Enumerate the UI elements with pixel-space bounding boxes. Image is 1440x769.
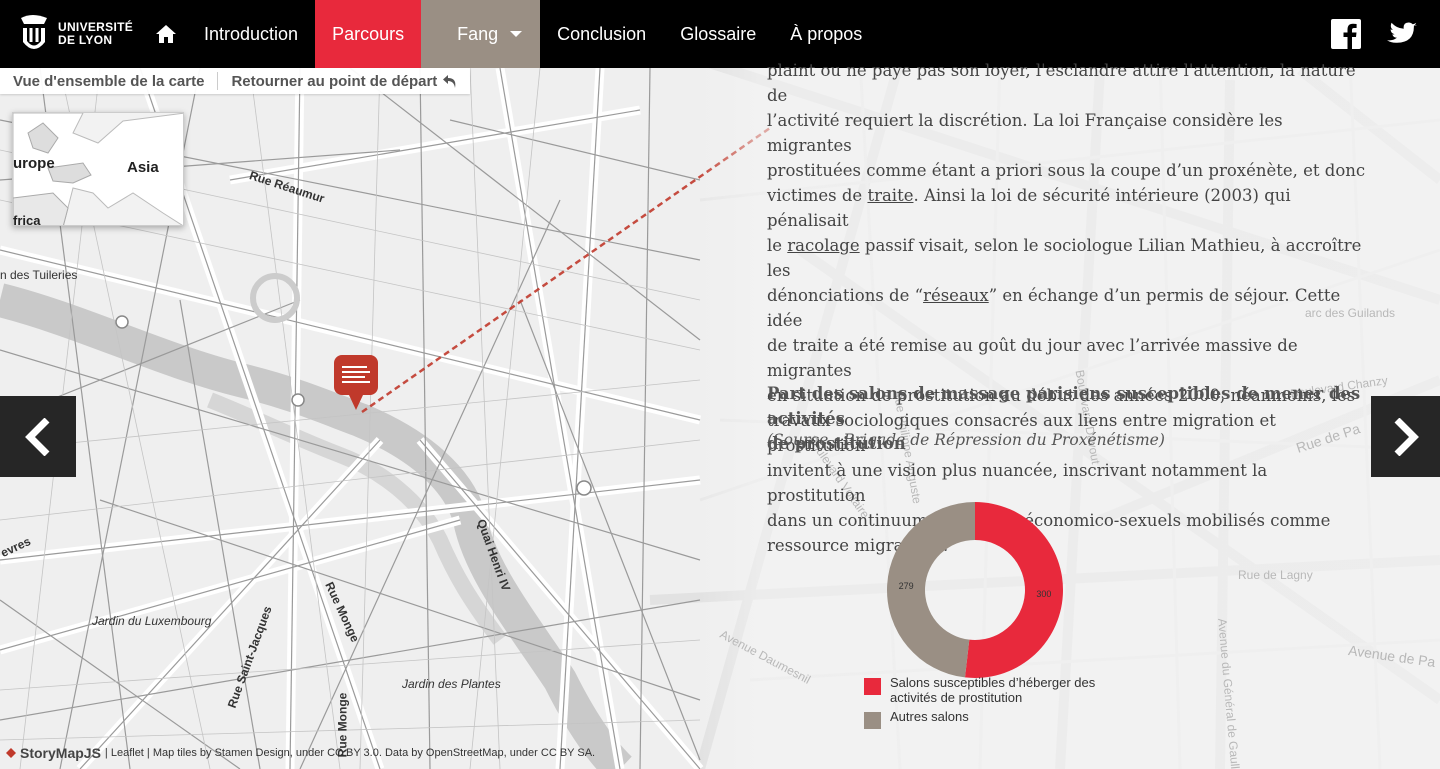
street-label: Rue de Lagny — [1238, 568, 1313, 582]
text-line: de traite a été remise au goût du jour a… — [767, 336, 1298, 380]
text-line: l’activité requiert la discrétion. La lo… — [767, 111, 1283, 155]
text-marker-icon — [334, 355, 378, 410]
street-label: n des Tuileries — [0, 268, 78, 282]
nav-glossaire[interactable]: Glossaire — [663, 0, 773, 68]
legend-label: Autres salons — [890, 709, 969, 724]
university-logo[interactable]: UNIVERSITÉ DE LYON — [0, 0, 145, 68]
nav-introduction[interactable]: Introduction — [187, 0, 315, 68]
map-overview-label: Vue d'ensemble de la carte — [13, 72, 205, 90]
minimap-label-asia: Asia — [127, 159, 159, 176]
link-racolage[interactable]: racolage — [787, 236, 859, 255]
text-line: le racolage passif visait, selon le soci… — [767, 236, 1362, 280]
chevron-left-icon — [25, 417, 50, 456]
donut-data-label-0: 300 — [1036, 589, 1051, 599]
map-overview-button[interactable]: Vue d'ensemble de la carte — [0, 73, 217, 90]
slide-text: plaint ou ne paye pas son loyer, l'escla… — [767, 58, 1367, 558]
map-marker[interactable] — [333, 354, 379, 412]
return-arrow-icon — [443, 74, 456, 88]
overview-minimap[interactable]: urope Asia frica — [12, 112, 184, 226]
nav-parcours[interactable]: Parcours — [315, 0, 422, 68]
back-to-start-button[interactable]: Retourner au point de départ — [218, 73, 470, 90]
map-attribution: StoryMapJS | Leaflet | Map tiles by Stam… — [6, 745, 595, 761]
link-reseaux[interactable]: réseaux — [923, 286, 989, 305]
text-line: dénonciations de “réseaux” en échange d’… — [767, 286, 1341, 330]
next-slide-button[interactable] — [1371, 396, 1440, 477]
attribution-text: | Leaflet | Map tiles by Stamen Design, … — [104, 747, 596, 759]
nav-fang-label: Fang — [457, 23, 499, 44]
facebook-icon — [1331, 19, 1361, 49]
lion-shield-icon — [21, 15, 47, 49]
chart-source: (Source : Brigade de Répression du Proxé… — [767, 431, 1165, 449]
twitter-button[interactable] — [1374, 0, 1430, 68]
legend-item: Autres salons — [864, 709, 1095, 729]
chart-title-line1: Part des salons de massage parisiens sus… — [767, 384, 1361, 428]
legend-label: Salons susceptibles d’héberger des — [890, 675, 1096, 690]
chevron-down-icon — [510, 31, 523, 37]
map-toolbar: Vue d'ensemble de la carte Retourner au … — [0, 68, 471, 94]
park-label: Jardin des Plantes — [402, 677, 501, 691]
home-button[interactable] — [145, 0, 187, 68]
text-line: prostituées comme étant a priori sous la… — [767, 161, 1366, 180]
twitter-icon — [1387, 22, 1417, 43]
storymapjs-link[interactable]: StoryMapJS — [20, 745, 101, 761]
home-icon — [156, 25, 176, 43]
legend-label: activités de prostitution — [890, 690, 1023, 705]
nav-fang-dropdown[interactable]: Fang — [421, 0, 541, 68]
minimap-label-africa: frica — [13, 213, 41, 226]
donut-data-label-1: 279 — [899, 581, 914, 591]
legend-swatch — [864, 712, 881, 729]
minimap-label-europe: urope — [13, 155, 55, 172]
chevron-right-icon — [1394, 417, 1419, 456]
legend-swatch — [864, 678, 881, 695]
logo-line2: DE LYON — [58, 33, 113, 47]
donut-chart: 300 279 — [886, 502, 1063, 678]
storymap-diamond-icon — [6, 748, 16, 758]
chart-legend: Salons susceptibles d’héberger des activ… — [864, 675, 1095, 733]
previous-slide-button[interactable] — [0, 396, 76, 477]
text-line: victimes de traite. Ainsi la loi de sécu… — [767, 186, 1291, 230]
nav-conclusion[interactable]: Conclusion — [540, 0, 663, 68]
back-to-start-label: Retourner au point de départ — [231, 72, 438, 90]
legend-item: Salons susceptibles d’héberger des activ… — [864, 675, 1095, 705]
link-traite[interactable]: traite — [867, 186, 913, 205]
text-line: plaint ou ne paye pas son loyer, l'escla… — [767, 61, 1356, 105]
park-label: Jardin du Luxembourg — [92, 614, 212, 628]
